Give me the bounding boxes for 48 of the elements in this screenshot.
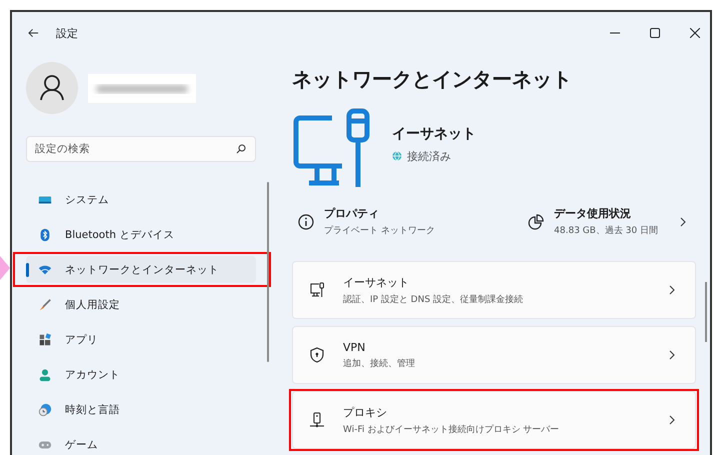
connection-name: イーサネット xyxy=(392,124,476,142)
properties-title[interactable]: プロパティ xyxy=(324,206,435,221)
settings-card[interactable]: VPN 追加、接続、管理 xyxy=(292,326,696,384)
chevron-icon xyxy=(669,285,675,295)
nav-item[interactable]: 個人用設定 xyxy=(26,291,256,318)
nav-item[interactable]: Bluetooth とデバイス xyxy=(26,221,256,248)
nav-item[interactable]: システム xyxy=(26,186,256,213)
nav-item[interactable]: アプリ xyxy=(26,326,256,353)
card-subtitle: Wi-Fi およびイーサネット接続向けプロキシ サーバー xyxy=(343,423,560,436)
close-icon[interactable] xyxy=(690,28,700,38)
card-title: VPN xyxy=(343,340,366,354)
connection-status: 接続済み xyxy=(407,148,451,164)
back-icon[interactable] xyxy=(28,28,39,38)
search-icon xyxy=(236,144,246,154)
card-title: プロキシ xyxy=(343,404,388,420)
computer-icon xyxy=(309,282,325,298)
person-icon xyxy=(38,368,52,382)
chevron-icon xyxy=(669,415,675,425)
brush-icon xyxy=(38,298,52,312)
clock-icon xyxy=(38,402,52,416)
data-usage-title[interactable]: データ使用状況 xyxy=(554,206,658,221)
pie-chart-icon xyxy=(528,214,544,230)
nav-item[interactable]: ゲーム xyxy=(26,431,256,455)
chevron-icon xyxy=(680,216,686,226)
globe-icon xyxy=(392,151,402,161)
bluetooth-icon xyxy=(38,228,52,242)
settings-card[interactable]: プロキシ Wi-Fi およびイーサネット接続向けプロキシ サーバー xyxy=(292,391,696,449)
card-title: イーサネット xyxy=(343,274,410,290)
info-icon xyxy=(298,214,314,230)
card-subtitle: 追加、接続、管理 xyxy=(343,358,415,370)
pointer-icon xyxy=(0,256,10,280)
nav-item[interactable]: アカウント xyxy=(26,361,256,388)
data-usage-subtitle: 48.83 GB、過去 30 日間 xyxy=(554,224,658,237)
nav-item[interactable]: ネットワークとインターネット xyxy=(26,256,256,283)
search-field[interactable]: 設定の検索 xyxy=(26,136,256,162)
card-subtitle: 認証、IP 設定と DNS 設定、従量制課金接続 xyxy=(343,294,524,306)
computer-cable-icon xyxy=(292,108,372,188)
maximize-icon[interactable] xyxy=(650,28,660,38)
shield-icon xyxy=(309,347,325,363)
settings-card[interactable]: イーサネット 認証、IP 設定と DNS 設定、従量制課金接続 xyxy=(292,261,696,319)
properties-subtitle: プライベート ネットワーク xyxy=(324,224,435,237)
avatar-icon[interactable] xyxy=(26,62,78,114)
chevron-icon xyxy=(669,350,675,360)
page-title: ネットワークとインターネット xyxy=(292,66,573,93)
server-icon xyxy=(309,412,325,428)
window-title: 設定 xyxy=(56,26,78,40)
apps-icon xyxy=(38,332,52,346)
nav-item[interactable]: 時刻と言語 xyxy=(26,396,256,423)
